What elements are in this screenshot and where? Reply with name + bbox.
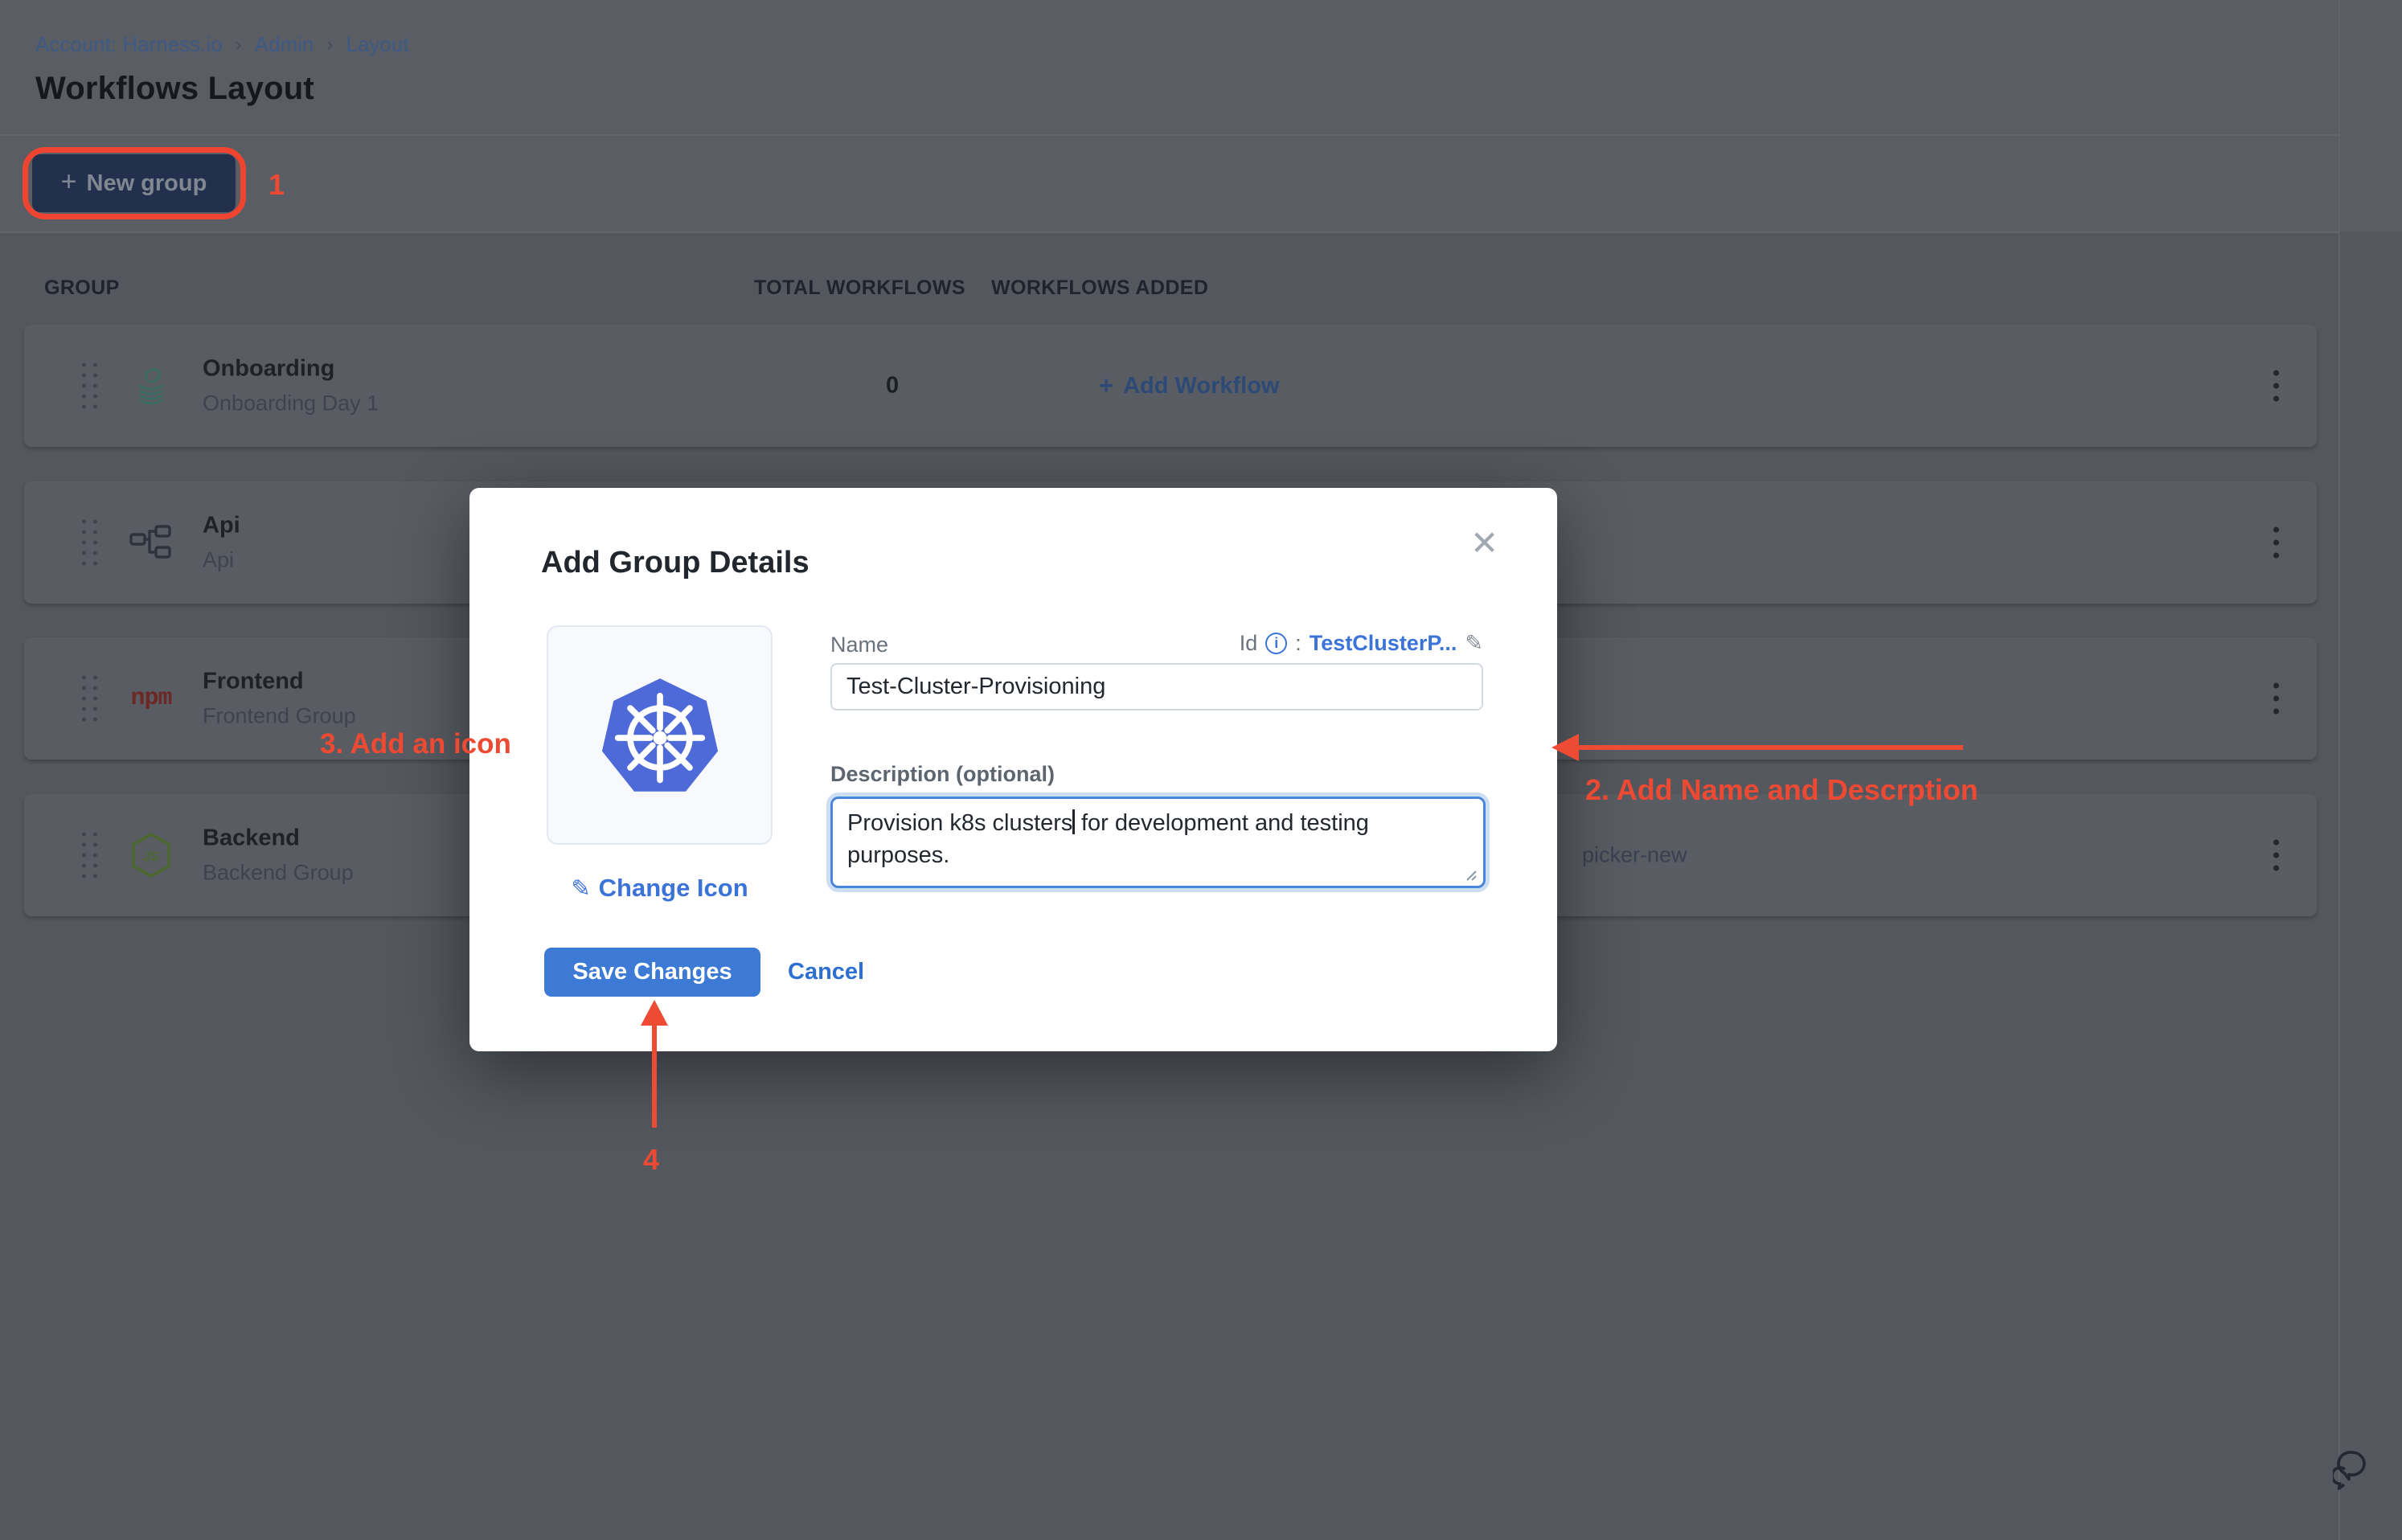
close-icon[interactable]: ✕ (1470, 526, 1498, 560)
entity-id-row: Id i : TestClusterP... ✎ (830, 631, 1483, 656)
row-menu-kebab-icon[interactable] (2267, 677, 2285, 721)
group-name: Frontend (203, 669, 356, 695)
workflow-name-partial: picker-new (1582, 843, 1687, 868)
column-header-total-workflows: TOTAL WORKFLOWS (754, 276, 965, 300)
layers-teal-icon (129, 363, 174, 408)
group-subtitle: Onboarding Day 1 (203, 391, 379, 416)
info-icon[interactable]: i (1265, 633, 1287, 654)
group-name: Backend (203, 825, 354, 852)
add-group-details-modal: Add Group Details ✕ ✎ Change Icon Name I… (469, 488, 1557, 1051)
drag-handle-icon[interactable] (82, 520, 97, 566)
row-menu-kebab-icon[interactable] (2267, 521, 2285, 565)
kubernetes-icon (596, 674, 723, 797)
drag-handle-icon[interactable] (82, 363, 97, 409)
name-input[interactable] (830, 663, 1483, 711)
column-header-group: GROUP (44, 276, 120, 300)
annotation-highlight-ring (23, 147, 246, 219)
group-subtitle: Frontend Group (203, 704, 356, 729)
group-subtitle: Api (203, 548, 240, 573)
chat-bubbles-icon[interactable] (2333, 1448, 2378, 1496)
entity-id-value[interactable]: TestClusterP... (1310, 631, 1457, 656)
row-menu-kebab-icon[interactable] (2267, 364, 2285, 408)
row-menu-kebab-icon[interactable] (2267, 833, 2285, 878)
group-name: Api (203, 513, 240, 539)
chevron-right-icon: › (236, 34, 242, 56)
edit-id-pencil-icon[interactable]: ✎ (1465, 631, 1483, 656)
breadcrumb-layout-link[interactable]: Layout (346, 32, 408, 57)
modal-title: Add Group Details (541, 546, 810, 580)
annotation-arrow-left-icon (1551, 734, 1579, 761)
header-divider (0, 134, 2339, 136)
page-title: Workflows Layout (35, 71, 314, 107)
id-label: Id (1240, 631, 1258, 656)
change-icon-label: Change Icon (599, 874, 748, 903)
column-header-workflows-added: WORKFLOWS ADDED (991, 276, 1208, 300)
right-rail-divider (2338, 0, 2340, 1540)
drag-handle-icon[interactable] (82, 833, 97, 879)
nodejs-icon: JS (129, 833, 174, 878)
annotation-step-1: 1 (268, 168, 285, 202)
annotation-step-2: 2. Add Name and Descrption (1585, 773, 1978, 807)
save-changes-button[interactable]: Save Changes (544, 948, 760, 997)
group-subtitle: Backend Group (203, 861, 354, 886)
change-icon-link[interactable]: ✎ Change Icon (547, 874, 773, 903)
pencil-icon: ✎ (571, 874, 590, 903)
toolbar-divider (0, 231, 2339, 233)
annotation-step-3: 3. Add an icon (320, 728, 511, 760)
breadcrumb: Account: Harness.io › Admin › Layout (35, 32, 408, 57)
flowchart-icon (129, 520, 174, 565)
add-workflow-label: Add Workflow (1123, 373, 1279, 399)
svg-text:JS: JS (143, 849, 160, 864)
npm-icon: npm (129, 676, 174, 721)
description-field-label: Description (optional) (830, 762, 1055, 787)
plus-icon: + (1099, 371, 1113, 400)
add-workflow-link[interactable]: + Add Workflow (1099, 371, 1280, 400)
annotation-arrow-up-icon (641, 1000, 668, 1026)
group-name: Onboarding (203, 356, 379, 383)
table-row-onboarding: Onboarding Onboarding Day 1 0 + Add Work… (24, 325, 2317, 447)
group-icon-preview[interactable] (547, 625, 773, 845)
resize-grip-icon[interactable] (1464, 868, 1477, 881)
chevron-right-icon: › (326, 34, 333, 56)
drag-handle-icon[interactable] (82, 676, 97, 722)
annotation-arrow-line (1572, 745, 1963, 750)
breadcrumb-account-link[interactable]: Account: Harness.io (35, 32, 223, 57)
breadcrumb-admin-link[interactable]: Admin (255, 32, 314, 57)
annotation-step-4: 4 (643, 1143, 659, 1177)
annotation-arrow-line (652, 1022, 657, 1128)
description-textarea[interactable]: Provision k8s clusters for development a… (830, 797, 1486, 888)
total-workflows-value: 0 (886, 373, 899, 399)
cancel-button[interactable]: Cancel (788, 959, 864, 985)
